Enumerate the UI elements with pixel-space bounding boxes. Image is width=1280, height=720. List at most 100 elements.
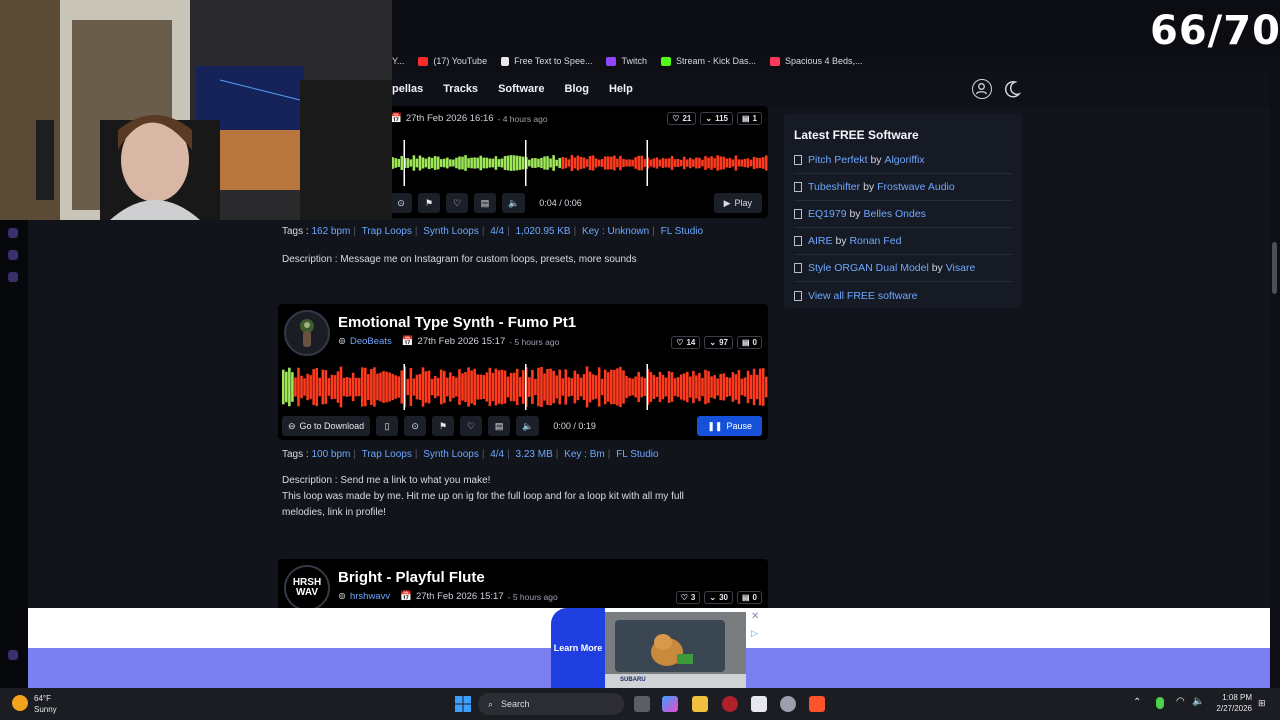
side-icon[interactable] (8, 272, 18, 282)
waveform-bar (427, 156, 431, 170)
heart-button[interactable]: ♡ (460, 416, 483, 436)
likes-count[interactable]: ♡ 14 (671, 336, 701, 349)
tag-daw[interactable]: FL Studio (661, 226, 703, 237)
task-view-icon[interactable] (634, 696, 650, 712)
downloads-count: ⌄ 30 (704, 591, 733, 604)
waveform-bar (488, 367, 492, 407)
brave-icon[interactable] (809, 696, 825, 712)
tag-time-signature[interactable]: 4/4 (490, 226, 504, 237)
comment-button[interactable]: ▤ (488, 416, 511, 436)
ad-learn-more-button[interactable]: Learn More (551, 608, 605, 688)
copilot-icon[interactable] (662, 696, 678, 712)
steam-icon[interactable] (780, 696, 796, 712)
flag-icon[interactable]: ⚑ (432, 416, 455, 436)
microphone-icon[interactable] (1156, 697, 1164, 709)
store-icon[interactable] (751, 696, 767, 712)
volume-icon[interactable]: 🔈 (516, 416, 540, 436)
waveform-bar (692, 159, 695, 167)
tag-key[interactable]: Key : Bm (564, 449, 605, 460)
wifi-icon[interactable]: ◠ (1176, 696, 1185, 707)
chevron-up-icon[interactable]: ⌃ (1133, 697, 1141, 708)
nav-tracks[interactable]: Tracks (443, 83, 478, 95)
waveform-bar (546, 368, 549, 406)
volume-icon[interactable]: 🔈 (1192, 696, 1204, 707)
windows-start-icon[interactable] (455, 696, 471, 712)
likes-count[interactable]: ♡ 21 (667, 112, 697, 125)
waveform-bar (689, 376, 692, 398)
waveform-bar (543, 156, 546, 170)
airbnb-icon (770, 56, 780, 66)
ad-choices-icon[interactable]: ▷ (751, 628, 758, 639)
bookmark-youtube[interactable]: (17) YouTube (418, 56, 487, 66)
waveform-bar (752, 156, 756, 170)
play-button[interactable]: ▶ Play (713, 193, 762, 213)
side-icon[interactable] (8, 650, 18, 660)
bookmark-airbnb[interactable]: Spacious 4 Beds,... (770, 56, 863, 66)
weather-sun-icon[interactable] (12, 695, 28, 711)
tag-bpm[interactable]: 100 bpm (311, 449, 350, 460)
taskbar-search[interactable]: ⌕ Search (478, 693, 624, 715)
waveform-bar (503, 156, 507, 170)
side-icon[interactable] (8, 250, 18, 260)
tag-type[interactable]: Synth Loops (423, 449, 479, 460)
flag-icon[interactable]: ⚑ (418, 193, 440, 213)
waveform-bar (573, 157, 577, 169)
waveform-bar (667, 371, 671, 403)
waveform-bar (588, 155, 592, 171)
waveform-bar (607, 156, 610, 170)
side-icon[interactable] (8, 228, 18, 238)
ad-close-icon[interactable]: ✕ (751, 611, 759, 622)
waveform-bar (722, 156, 726, 170)
avatar[interactable] (284, 310, 330, 356)
moon-icon[interactable] (1002, 79, 1022, 99)
go-to-download-button[interactable]: ⊖ Go to Download (282, 416, 371, 436)
tag-size[interactable]: 1,020.95 KB (516, 226, 571, 237)
document-icon (794, 209, 802, 219)
likes-count[interactable]: ♡ 3 (675, 591, 701, 604)
track-title[interactable]: Emotional Type Synth - Fumo Pt1 (338, 314, 576, 331)
opera-icon[interactable] (722, 696, 738, 712)
waveform-bar (464, 155, 467, 171)
nav-blog[interactable]: Blog (565, 83, 589, 95)
stop-button[interactable]: ▯ (376, 416, 399, 436)
tag-time-signature[interactable]: 4/4 (490, 449, 504, 460)
nav-acapellas[interactable]: pellas (392, 83, 423, 95)
nav-help[interactable]: Help (609, 83, 633, 95)
heart-button[interactable]: ♡ (446, 193, 468, 213)
track-author[interactable]: hrshwavv (350, 591, 390, 602)
waveform-bar (673, 378, 677, 396)
waveform[interactable] (282, 364, 768, 410)
tag-size[interactable]: 3.23 MB (516, 449, 553, 460)
track-title[interactable]: Bright - Playful Flute (338, 569, 485, 586)
user-account-icon[interactable] (972, 79, 992, 99)
nav-software[interactable]: Software (498, 83, 544, 95)
weather-widget[interactable]: 64°F Sunny (34, 693, 57, 715)
bookmark-twitch[interactable]: Twitch (606, 56, 647, 66)
avatar[interactable]: HRSH WAV (284, 565, 330, 608)
tag-bpm[interactable]: 162 bpm (311, 226, 350, 237)
scrollbar-track[interactable] (1270, 72, 1280, 690)
file-explorer-icon[interactable] (692, 696, 708, 712)
waveform-bar (561, 156, 565, 170)
clock[interactable]: 1:08 PM 2/27/2026 (1212, 692, 1252, 714)
volume-icon[interactable]: 🔈 (502, 193, 526, 213)
tag-type[interactable]: Synth Loops (423, 226, 479, 237)
tag-daw[interactable]: FL Studio (616, 449, 658, 460)
comment-button[interactable]: ▤ (474, 193, 496, 213)
scrollbar-thumb[interactable] (1272, 242, 1277, 294)
tag-genre[interactable]: Trap Loops (362, 226, 412, 237)
view-all-software-link[interactable]: View all FREE software (794, 282, 1012, 309)
track-author[interactable]: DeoBeats (350, 336, 392, 347)
waveform-bar (342, 377, 346, 397)
pause-button[interactable]: ❚❚ Pause (697, 416, 762, 436)
bookmark-kick[interactable]: Stream - Kick Das... (660, 56, 756, 66)
waveform-bar (613, 155, 616, 171)
tag-genre[interactable]: Trap Loops (362, 449, 412, 460)
notification-icon[interactable]: ⊞ (1258, 698, 1266, 709)
tag-key[interactable]: Key : Unknown (582, 226, 649, 237)
bookmark-item[interactable]: Y... (392, 56, 404, 66)
reset-icon[interactable]: ⊙ (390, 193, 412, 213)
bookmark-tts[interactable]: Free Text to Spee... (501, 56, 592, 66)
reset-icon[interactable]: ⊙ (404, 416, 427, 436)
waveform-bar (515, 155, 519, 171)
